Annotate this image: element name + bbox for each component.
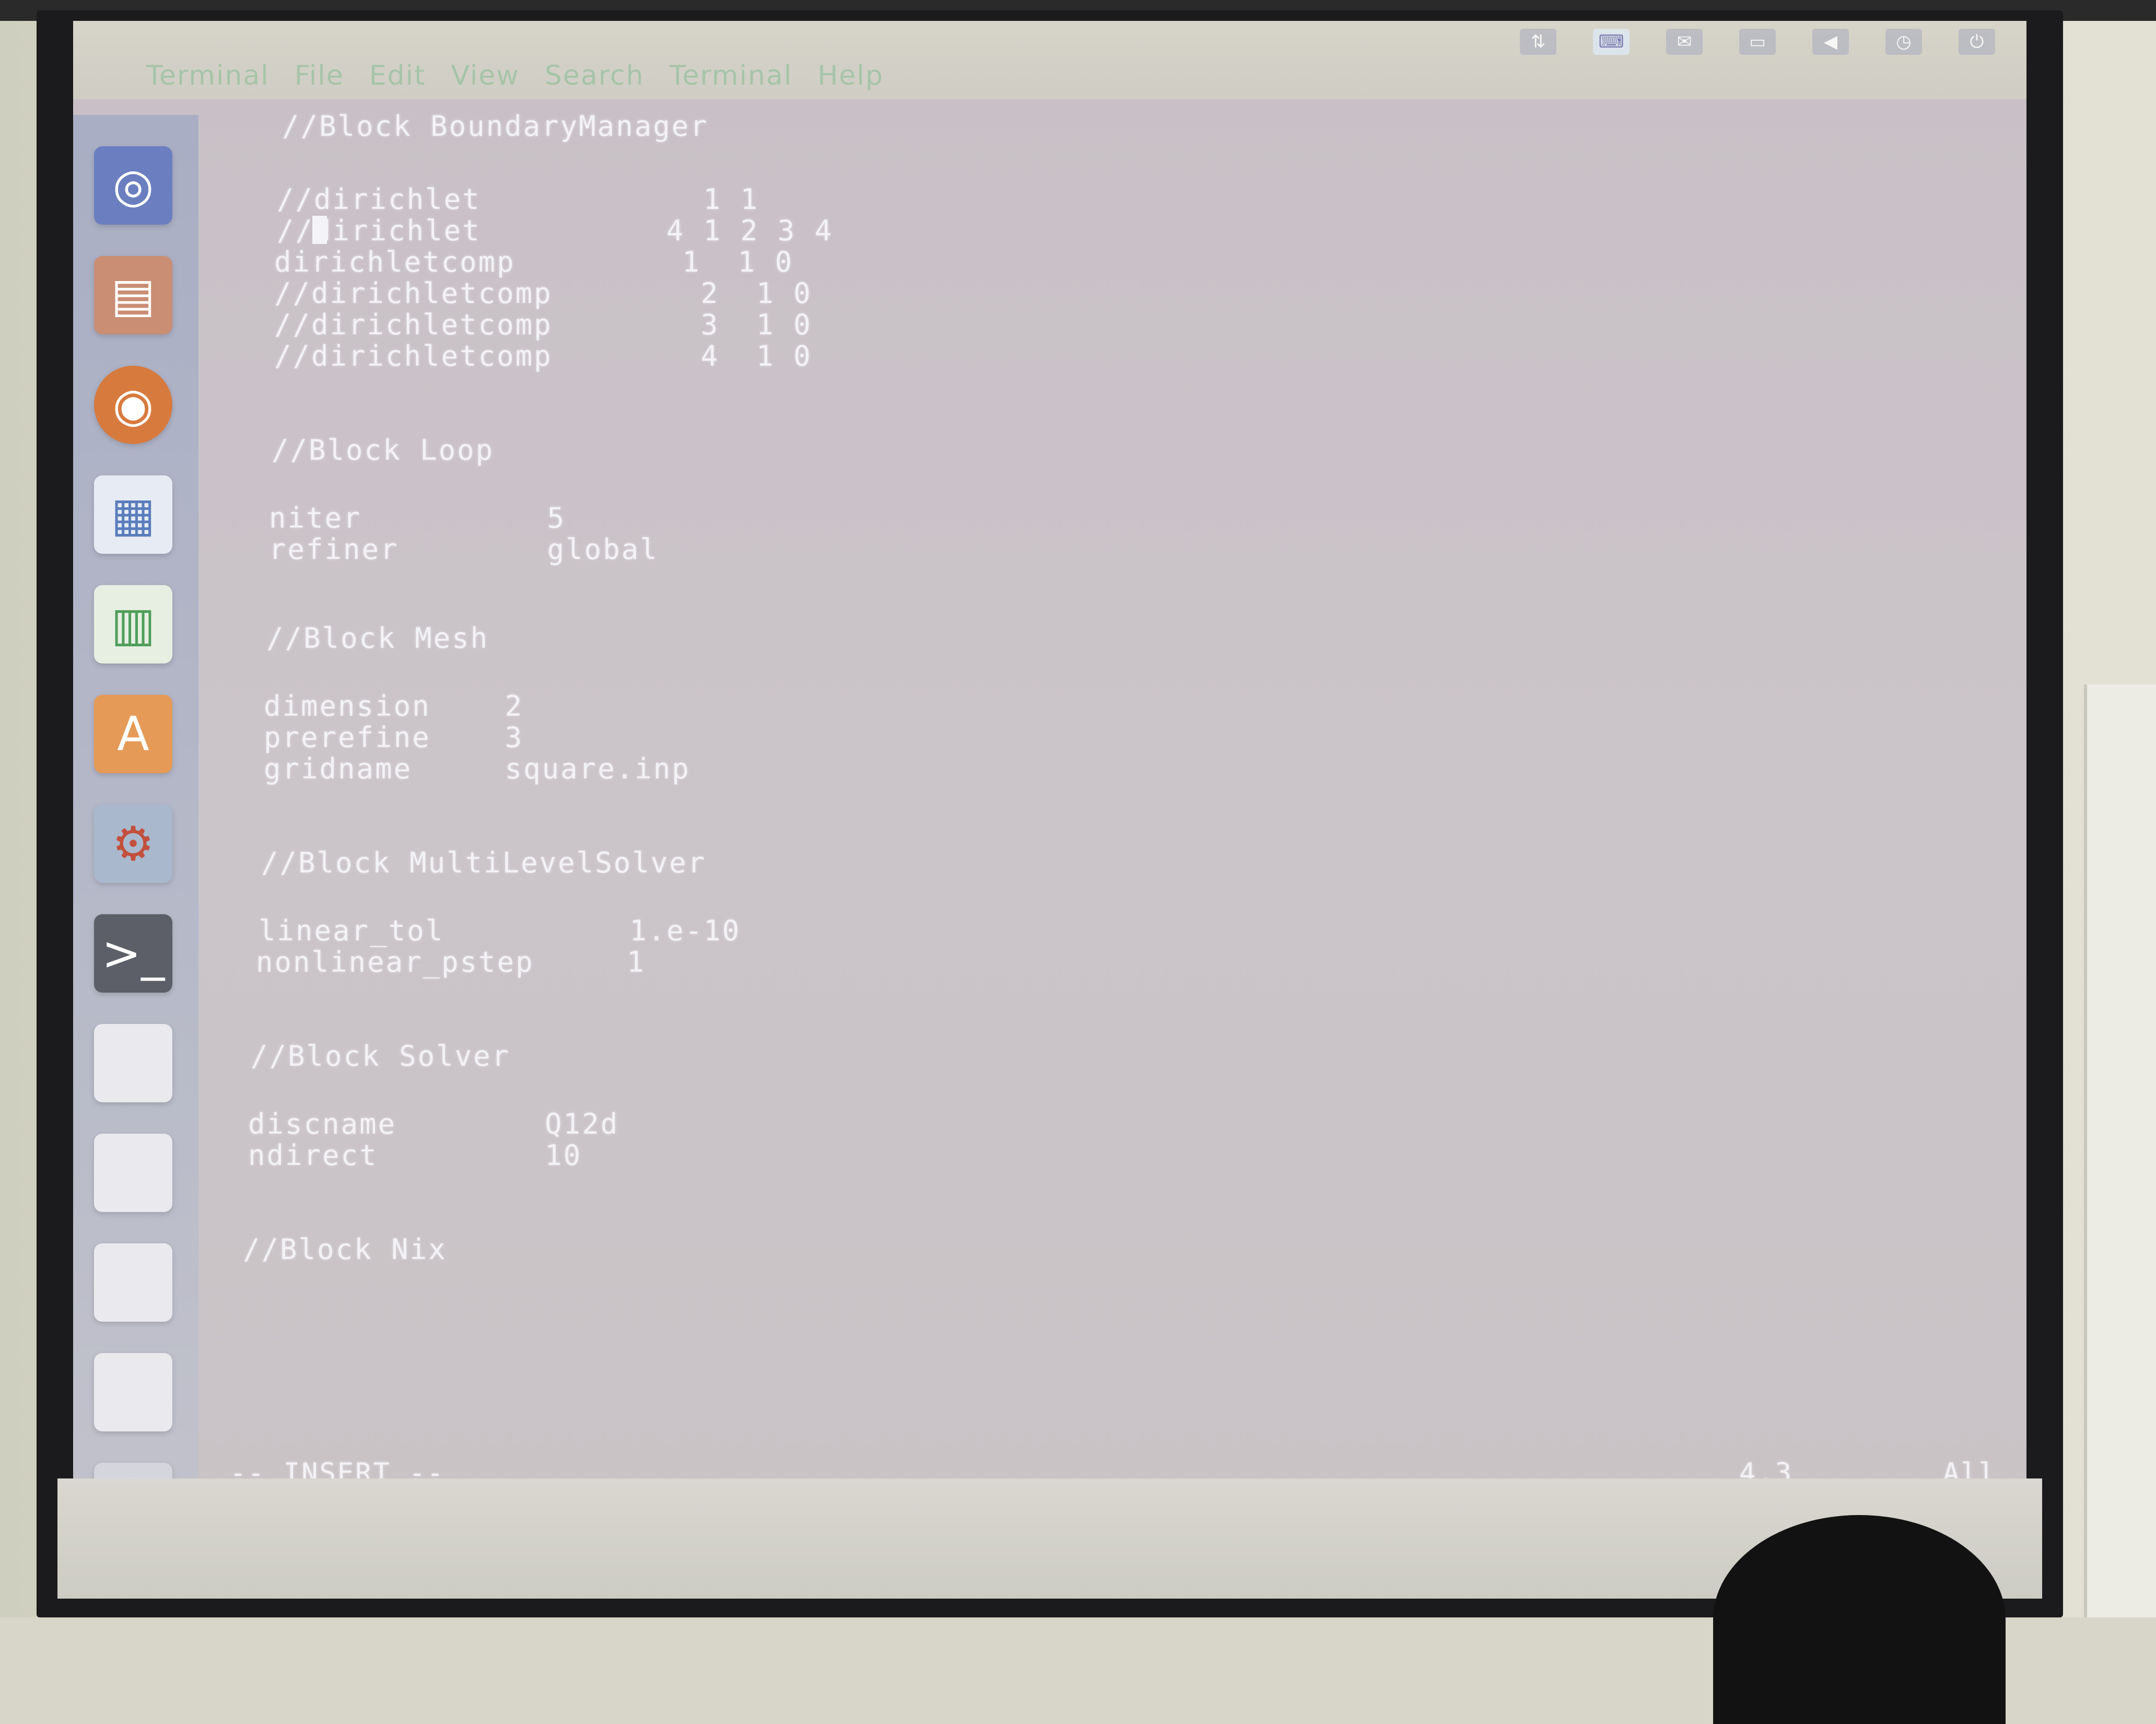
code-line: //dirichlet 4 1 2 3 4 xyxy=(277,214,834,247)
files-icon[interactable]: ▤ xyxy=(94,256,172,334)
code-line: //Block Nix xyxy=(243,1233,447,1266)
menu-help[interactable]: Help xyxy=(817,60,884,91)
menubar: Terminal File Edit View Search Terminal … xyxy=(73,47,2026,104)
firefox-icon[interactable]: ◉ xyxy=(94,366,172,444)
menu-terminal[interactable]: Terminal xyxy=(670,60,793,91)
menu-app-name[interactable]: Terminal xyxy=(146,60,270,91)
code-line: //dirichletcomp 3 1 0 xyxy=(274,308,812,341)
ubuntu-dash-icon[interactable]: ◎ xyxy=(94,146,172,225)
code-line: ndirect 10 xyxy=(248,1139,582,1172)
settings-icon[interactable]: ⚙ xyxy=(94,805,172,883)
launcher: ◎ ▤ ◉ ▦ ▥ A ⚙ >_ 🗑 xyxy=(73,115,198,1588)
terminal-icon[interactable]: >_ xyxy=(94,914,172,993)
code-line: linear_tol 1.e-10 xyxy=(259,914,741,947)
code-line: //Block Solver xyxy=(251,1040,511,1073)
code-line: refiner global xyxy=(269,533,659,566)
projected-desktop: ⇅ ⌨ ✉ ▭ ◀ ◷ ⏻ Terminal File Edit View Se… xyxy=(73,21,2026,1588)
code-line: prerefine 3 xyxy=(264,721,524,754)
text-cursor xyxy=(312,216,327,244)
code-line: dimension 2 xyxy=(264,690,524,723)
code-line: //Block Loop xyxy=(272,434,495,467)
menu-file[interactable]: File xyxy=(295,60,344,91)
code-line: //dirichletcomp 2 1 0 xyxy=(274,277,812,310)
code-line: //Block MultiLevelSolver xyxy=(261,846,707,879)
code-line: //Block Mesh xyxy=(266,622,489,655)
drive-icon[interactable] xyxy=(94,1243,172,1322)
top-panel: ⇅ ⌨ ✉ ▭ ◀ ◷ ⏻ Terminal File Edit View Se… xyxy=(73,21,2026,99)
drive-icon[interactable] xyxy=(94,1024,172,1102)
menu-search[interactable]: Search xyxy=(545,60,645,91)
menu-view[interactable]: View xyxy=(451,60,519,91)
calc-icon[interactable]: ▥ xyxy=(94,585,172,663)
code-line: dirichletcomp 1 1 0 xyxy=(274,246,794,278)
audience-head xyxy=(1713,1515,2006,1724)
code-line: //Block BoundaryManager xyxy=(282,110,709,143)
code-line: nonlinear_pstep 1 xyxy=(256,946,646,979)
terminal-editor[interactable]: //Block BoundaryManager //dirichlet 1 1 … xyxy=(209,104,2016,1536)
software-center-icon[interactable]: A xyxy=(94,695,172,773)
menu-edit[interactable]: Edit xyxy=(369,60,426,91)
writer-icon[interactable]: ▦ xyxy=(94,475,172,554)
code-line: discname Q12d xyxy=(248,1108,619,1140)
drive-icon[interactable] xyxy=(94,1353,172,1431)
code-line: //dirichlet 1 1 xyxy=(277,183,759,216)
code-line: gridname square.inp xyxy=(264,752,690,785)
code-line: niter 5 xyxy=(269,502,566,534)
drive-icon[interactable] xyxy=(94,1134,172,1212)
code-line: //dirichletcomp 4 1 0 xyxy=(274,340,812,372)
wall-board xyxy=(2084,684,2156,1617)
